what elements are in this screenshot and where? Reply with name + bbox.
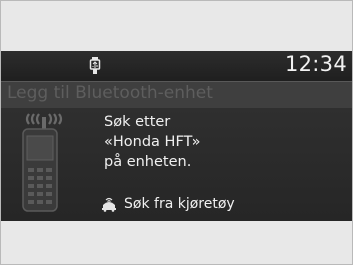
- instruction-line-2: «Honda HFT»: [104, 134, 201, 150]
- instruction-line-3: på enheten.: [104, 154, 192, 170]
- status-bar: 12:34: [1, 51, 352, 81]
- instruction-line-1: Søk etter: [104, 114, 171, 130]
- bluetooth-phone-icon: [22, 113, 63, 212]
- pairing-instructions: Søk etter «Honda HFT» på enheten.: [104, 112, 200, 172]
- search-from-vehicle-label: Søk fra kjøretøy: [124, 196, 235, 212]
- title-bar: Legg til Bluetooth-enhet: [1, 81, 352, 109]
- content-area: Søk etter «Honda HFT» på enheten. Søk fr…: [1, 108, 352, 221]
- vehicle-search-icon: [102, 197, 116, 212]
- clock: 12:34: [284, 52, 347, 76]
- page-title: Legg til Bluetooth-enhet: [7, 83, 213, 103]
- display-screen: 12:34 Legg til Bluetooth-enhet Søk etter…: [1, 51, 352, 221]
- usb-icon: [89, 57, 101, 74]
- search-from-vehicle-button[interactable]: Søk fra kjøretøy: [100, 193, 235, 215]
